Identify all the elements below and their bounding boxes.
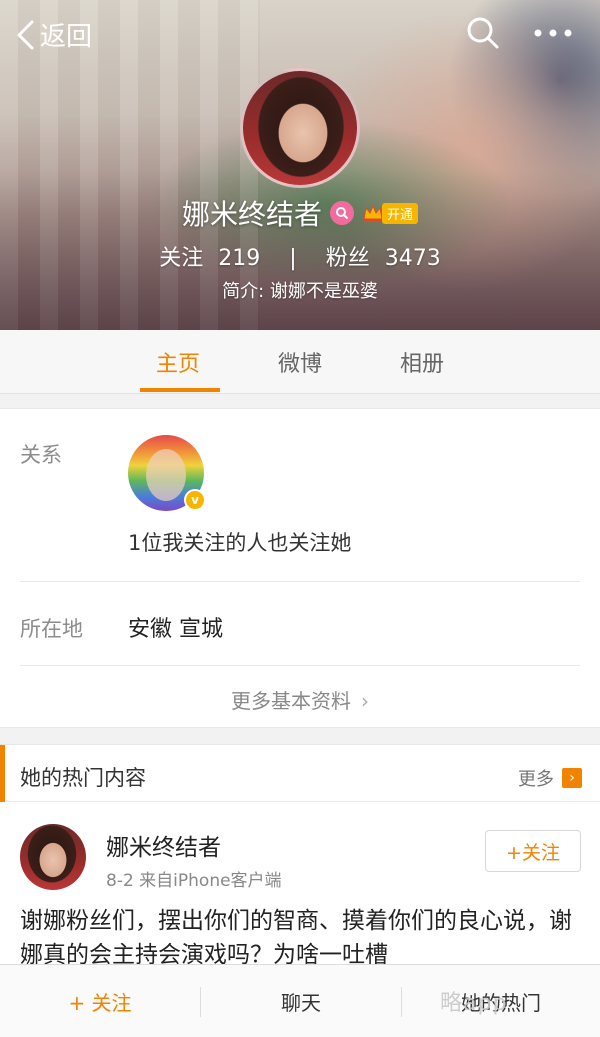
profile-bio: 简介: 谢娜不是巫婆 <box>222 281 378 302</box>
relation-label: 关系 <box>20 443 62 467</box>
back-button[interactable]: 返回 <box>14 16 92 53</box>
post-text[interactable]: 谢娜粉丝们，摆出你们的智商、摸着你们的良心说，谢娜真的会主持会演戏吗？为啥一吐槽 <box>20 904 585 972</box>
follow-button[interactable]: + 关注 <box>0 965 200 1037</box>
verified-icon: v <box>184 489 206 511</box>
top-bar: 返回 <box>0 0 600 66</box>
arrow-right-icon: › <box>562 768 582 788</box>
active-tab-indicator <box>140 388 220 392</box>
hot-post[interactable]: 娜米终结者 8-2 来自iPhone客户端 +关注 谢娜粉丝们，摆出你们的智商、… <box>0 802 600 972</box>
divider <box>20 581 580 582</box>
more-info-label: 更多基本资料 <box>231 689 351 713</box>
following-count[interactable]: 219 <box>218 246 260 271</box>
search-icon[interactable] <box>466 16 500 50</box>
followers-label[interactable]: 粉丝 <box>326 246 370 271</box>
tab-album[interactable]: 相册 <box>400 346 444 378</box>
chevron-left-icon <box>17 20 34 49</box>
vip-open-label: 开通 <box>382 202 419 224</box>
post-follow-button[interactable]: +关注 <box>485 830 581 872</box>
follow-stats: 关注 219 | 粉丝 3473 <box>0 240 600 272</box>
profile-avatar[interactable] <box>240 68 360 188</box>
more-options-icon[interactable] <box>530 20 576 46</box>
back-label: 返回 <box>40 22 93 52</box>
post-meta: 8-2 来自iPhone客户端 <box>106 871 282 891</box>
chevron-right-icon: › <box>361 689 369 713</box>
avatar-face <box>146 449 186 501</box>
post-author-avatar[interactable] <box>20 824 86 890</box>
profile-name-row: 娜米终结者 开通 <box>0 193 600 233</box>
chat-button[interactable]: 聊天 <box>201 965 401 1037</box>
stats-separator: | <box>289 246 297 271</box>
divider <box>20 665 580 666</box>
more-basic-info-link[interactable]: 更多基本资料 › <box>0 685 600 714</box>
section-accent-bar <box>0 745 5 803</box>
hot-content-header: 她的热门内容 更多 › <box>0 744 600 803</box>
watermark: 略app <box>440 991 508 1016</box>
location-label: 所在地 <box>20 617 83 641</box>
member-search-icon[interactable] <box>330 201 354 225</box>
relation-text[interactable]: 1位我关注的人也关注她 <box>128 527 351 557</box>
hot-content-title: 她的热门内容 <box>20 766 146 790</box>
location-value: 安徽 宣城 <box>128 617 223 642</box>
bottom-action-bar: + 关注 聊天 她的热门 <box>0 964 600 1037</box>
followers-count[interactable]: 3473 <box>385 246 441 271</box>
basic-info-card: 关系 v 1位我关注的人也关注她 所在地 安徽 宣城 更多基本资料 › <box>0 408 600 728</box>
following-label[interactable]: 关注 <box>159 246 203 271</box>
crown-icon <box>363 204 383 222</box>
tab-weibo[interactable]: 微博 <box>278 346 322 378</box>
tab-home[interactable]: 主页 <box>156 346 200 378</box>
profile-tabs: 主页 微博 相册 <box>0 330 600 394</box>
hot-more-label: 更多 <box>518 769 554 790</box>
vip-badge[interactable]: 开通 <box>362 202 419 224</box>
hot-more-button[interactable]: 更多 › <box>518 765 582 791</box>
profile-name: 娜米终结者 <box>181 198 322 231</box>
post-author-name[interactable]: 娜米终结者 <box>106 828 221 862</box>
